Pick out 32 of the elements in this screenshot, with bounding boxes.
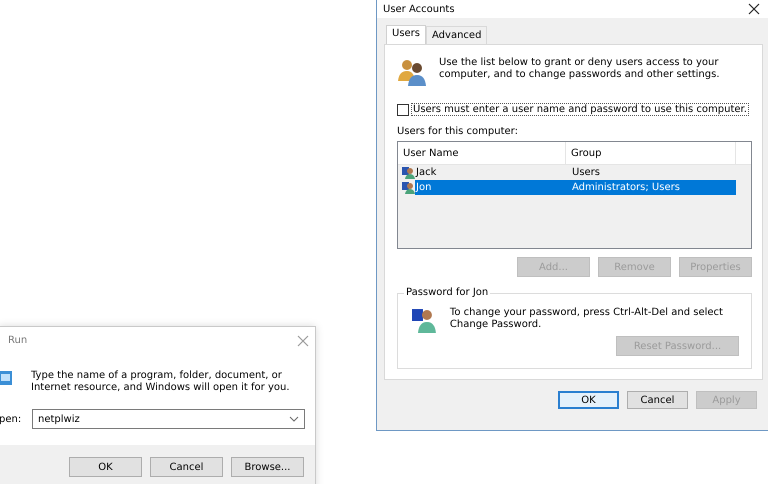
tab[interactable]: Advanced	[426, 26, 488, 44]
list-label: Users for this computer:	[397, 126, 519, 137]
user-icon	[402, 181, 415, 194]
intro-text: Use the list below to grant or deny users access to your computer, and to change passwords and other settings.	[439, 57, 721, 81]
table-row[interactable]: Jack Users	[415, 165, 736, 180]
password-instructions: To change your password, press Ctrl-Alt-Del and select Change Password.	[450, 307, 724, 331]
dialog-button[interactable]: Cancel	[627, 391, 688, 409]
checkbox[interactable]	[397, 104, 409, 116]
close-icon[interactable]	[748, 3, 760, 15]
dialog-button[interactable]: OK	[558, 391, 619, 409]
users-icon	[397, 57, 427, 87]
window-title: User Accounts	[383, 4, 455, 14]
dialog-button[interactable]: Cancel	[150, 457, 223, 477]
table-cell-text: Jack	[415, 167, 438, 178]
run-description: Type the name of a program, folder, document, or Internet resource, and Windows will open it for you.	[31, 370, 290, 394]
table-cell: Users	[572, 167, 600, 178]
table-row[interactable]: Jon Administrators; Users	[415, 180, 736, 195]
open-combo-box[interactable]: netplwiz	[32, 409, 305, 429]
user-at-monitor-icon	[412, 307, 438, 333]
tab[interactable]: Users	[386, 25, 426, 44]
window-title: Run	[7, 335, 28, 346]
dropdown-caret-icon[interactable]	[289, 416, 299, 422]
group-title: Password for Jon	[404, 287, 490, 298]
checkbox-label[interactable]: Users must enter a user name and password to use this computer.	[411, 103, 749, 116]
dialog-button[interactable]: Browse...	[231, 457, 304, 477]
table-cell: Administrators; Users	[572, 182, 680, 193]
column-header[interactable]: User Name	[398, 142, 566, 164]
table-cell-text: Jon	[415, 182, 432, 193]
run-app-icon	[0, 370, 13, 386]
user-icon	[402, 166, 415, 179]
dialog-button[interactable]: OK	[69, 457, 142, 477]
column-header[interactable]: Group	[566, 142, 736, 164]
